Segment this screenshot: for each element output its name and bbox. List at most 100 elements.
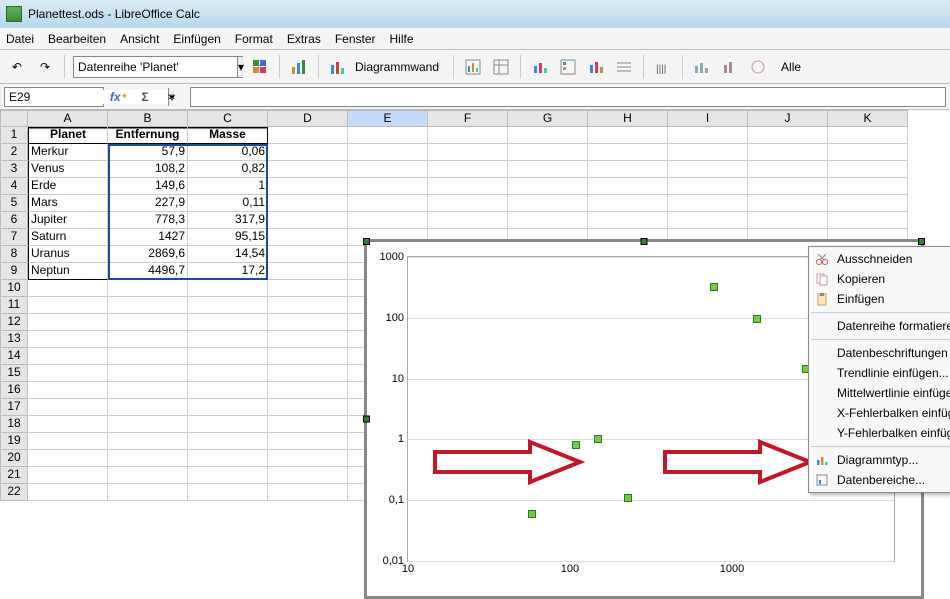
resize-handle[interactable]: [918, 238, 925, 245]
menu-window[interactable]: Fenster: [335, 32, 376, 46]
cell[interactable]: [428, 195, 508, 212]
cell[interactable]: [108, 399, 188, 416]
col-header[interactable]: J: [748, 110, 828, 127]
cell[interactable]: [748, 144, 828, 161]
cell[interactable]: [428, 127, 508, 144]
cell[interactable]: [268, 127, 348, 144]
formula-input[interactable]: [190, 87, 946, 107]
cell[interactable]: [428, 212, 508, 229]
cell[interactable]: [668, 144, 748, 161]
function-button[interactable]: =: [160, 86, 182, 108]
menu-tools[interactable]: Extras: [287, 32, 321, 46]
cell[interactable]: [188, 348, 268, 365]
data-point[interactable]: [594, 435, 602, 443]
cell[interactable]: [28, 450, 108, 467]
3d-effects-button[interactable]: [719, 56, 741, 78]
sum-button[interactable]: Σ: [134, 86, 156, 108]
row-header[interactable]: 8: [0, 246, 28, 263]
menu-format[interactable]: Format: [235, 32, 273, 46]
cell[interactable]: [268, 484, 348, 501]
row-header[interactable]: 4: [0, 178, 28, 195]
cell[interactable]: [828, 127, 908, 144]
axes-button[interactable]: [585, 56, 607, 78]
cell[interactable]: [268, 467, 348, 484]
chevron-down-icon[interactable]: ▾: [237, 57, 244, 77]
context-menu-item[interactable]: Kopieren: [809, 269, 950, 289]
col-header[interactable]: H: [588, 110, 668, 127]
row-header[interactable]: 10: [0, 280, 28, 297]
cell[interactable]: [28, 399, 108, 416]
context-menu-item[interactable]: Datenbereiche...: [809, 470, 950, 490]
cell[interactable]: [188, 297, 268, 314]
context-menu-item[interactable]: Einfügen: [809, 289, 950, 309]
cell[interactable]: [188, 399, 268, 416]
row-header[interactable]: 21: [0, 467, 28, 484]
cell[interactable]: [748, 195, 828, 212]
context-menu-item[interactable]: Diagrammtyp...: [809, 450, 950, 470]
cell[interactable]: Neptun: [28, 263, 108, 280]
row-header[interactable]: 17: [0, 399, 28, 416]
menu-view[interactable]: Ansicht: [120, 32, 159, 46]
cell[interactable]: [268, 450, 348, 467]
cell[interactable]: [268, 161, 348, 178]
cell[interactable]: [268, 178, 348, 195]
cell[interactable]: 1427: [108, 229, 188, 246]
col-header[interactable]: G: [508, 110, 588, 127]
cell[interactable]: [508, 127, 588, 144]
cell[interactable]: [28, 467, 108, 484]
cell[interactable]: 1: [188, 178, 268, 195]
menu-edit[interactable]: Bearbeiten: [48, 32, 106, 46]
row-header[interactable]: 3: [0, 161, 28, 178]
cell[interactable]: 0,11: [188, 195, 268, 212]
cell[interactable]: [268, 297, 348, 314]
chart-element-combo[interactable]: ▾: [73, 56, 243, 78]
cell[interactable]: Merkur: [28, 144, 108, 161]
cell[interactable]: [268, 144, 348, 161]
cell[interactable]: [268, 331, 348, 348]
select-all-corner[interactable]: [0, 110, 28, 127]
row-header[interactable]: 16: [0, 382, 28, 399]
cell[interactable]: [828, 195, 908, 212]
chart-wall-button[interactable]: [327, 56, 349, 78]
cell[interactable]: Mars: [28, 195, 108, 212]
cell[interactable]: [108, 365, 188, 382]
cell[interactable]: [188, 365, 268, 382]
cell[interactable]: [108, 416, 188, 433]
cell[interactable]: 227,9: [108, 195, 188, 212]
cell[interactable]: [268, 399, 348, 416]
cell[interactable]: [268, 280, 348, 297]
col-header[interactable]: D: [268, 110, 348, 127]
context-menu-item[interactable]: X-Fehlerbalken einfügen...: [809, 403, 950, 423]
row-header[interactable]: 22: [0, 484, 28, 501]
context-menu-item[interactable]: Ausschneiden: [809, 249, 950, 269]
cell[interactable]: 95,15: [188, 229, 268, 246]
cell[interactable]: [748, 161, 828, 178]
row-header[interactable]: 2: [0, 144, 28, 161]
cell[interactable]: 108,2: [108, 161, 188, 178]
cell[interactable]: [188, 484, 268, 501]
cell[interactable]: [28, 365, 108, 382]
cell[interactable]: 0,82: [188, 161, 268, 178]
cell[interactable]: 778,3: [108, 212, 188, 229]
cell[interactable]: [108, 382, 188, 399]
row-header[interactable]: 20: [0, 450, 28, 467]
cell[interactable]: [108, 297, 188, 314]
cell[interactable]: [268, 195, 348, 212]
cell[interactable]: [828, 161, 908, 178]
menu-file[interactable]: Datei: [6, 32, 34, 46]
row-header[interactable]: 12: [0, 314, 28, 331]
col-header[interactable]: F: [428, 110, 508, 127]
cell[interactable]: [348, 127, 428, 144]
cell[interactable]: [508, 195, 588, 212]
row-header[interactable]: 19: [0, 433, 28, 450]
cell[interactable]: [588, 144, 668, 161]
cell[interactable]: [828, 144, 908, 161]
cell[interactable]: [508, 178, 588, 195]
cell[interactable]: [28, 382, 108, 399]
cell[interactable]: [668, 195, 748, 212]
row-header[interactable]: 14: [0, 348, 28, 365]
cell[interactable]: [28, 416, 108, 433]
cell[interactable]: [348, 195, 428, 212]
cell[interactable]: [508, 144, 588, 161]
cell[interactable]: [428, 144, 508, 161]
